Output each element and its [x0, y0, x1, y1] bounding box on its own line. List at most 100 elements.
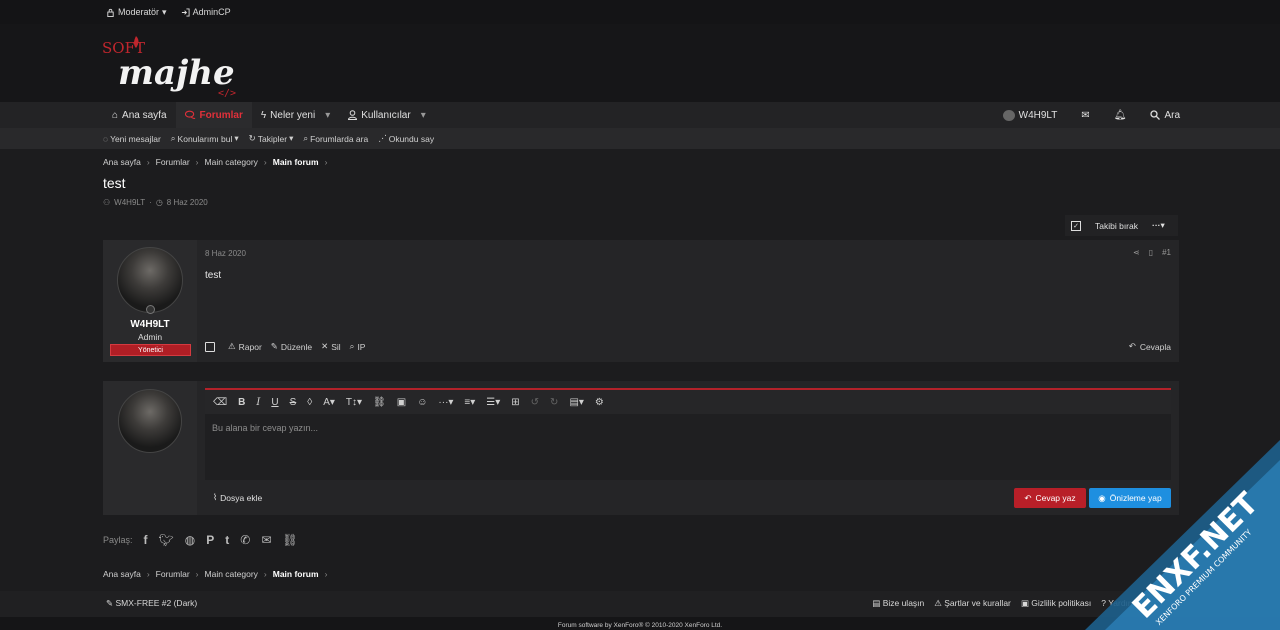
gear-icon[interactable]: ⚙ [595, 397, 604, 408]
font-family-icon[interactable]: A▾ [323, 397, 335, 408]
unwatch-button[interactable]: Takibi bırak [1095, 221, 1138, 231]
email-icon[interactable]: ✉ [261, 533, 271, 547]
breadcrumb-category[interactable]: Main category [205, 569, 258, 579]
breadcrumb-category[interactable]: Main category [205, 157, 258, 167]
thread-author[interactable]: W4H9LT [114, 198, 145, 207]
eraser-icon[interactable]: ⌫ [213, 397, 227, 408]
reply-textarea[interactable]: Bu alana bir cevap yazın... [205, 414, 1171, 442]
chevron-right-icon: › [146, 569, 150, 579]
reddit-icon[interactable]: ◍ [185, 533, 195, 547]
ip-button[interactable]: ⌕ IP [350, 341, 366, 352]
nav-item-forums[interactable]: Forumlar [175, 102, 252, 128]
chevron-down-icon[interactable]: ▾ [421, 110, 426, 121]
subnav-find-threads[interactable]: ⌕ Konularımı bul ▾ [171, 133, 239, 144]
chevron-right-icon: › [263, 157, 267, 167]
post-username[interactable]: W4H9LT [103, 319, 197, 330]
avatar[interactable] [117, 247, 183, 313]
whatsapp-icon[interactable]: ✆ [240, 533, 250, 547]
footer-contact[interactable]: ▤ Bize ulaşın [872, 598, 924, 609]
attach-files-button[interactable]: ⌇ Dosya ekle [213, 492, 262, 503]
comment-icon: ◌ [103, 133, 109, 144]
lock-icon: ▣ [1020, 598, 1032, 608]
undo-icon[interactable]: ↺ [531, 397, 539, 408]
bold-icon[interactable]: B [238, 397, 245, 408]
bell-icon[interactable]: 🔔︎ [1114, 110, 1127, 121]
footer-terms-label: Şartlar ve kurallar [944, 598, 1011, 608]
strikethrough-icon[interactable]: S [290, 397, 297, 408]
select-checkbox[interactable] [205, 341, 215, 352]
drafts-icon[interactable]: ▤▾ [569, 397, 583, 408]
subnav-search-forums[interactable]: ⌕ Forumlarda ara [303, 133, 368, 144]
caret-down-icon: ▾ [289, 133, 294, 143]
font-size-icon[interactable]: T↕▾ [346, 397, 362, 408]
twitter-icon[interactable]: 🐦︎ [159, 533, 174, 547]
search-label: Ara [1164, 109, 1180, 121]
breadcrumb-forums[interactable]: Forumlar [156, 569, 190, 579]
envelope-icon[interactable]: ✉ [1081, 110, 1089, 121]
user-icon: ⚇ [103, 198, 111, 207]
comments-icon [184, 110, 195, 119]
breadcrumb-home[interactable]: Ana sayfa [103, 157, 141, 167]
smiley-icon[interactable]: ☺ [417, 397, 427, 408]
share-icon[interactable]: ⋖ [1133, 248, 1140, 257]
italic-icon[interactable]: I [256, 397, 260, 408]
post-reply-button[interactable]: ↶ Cevap yaz [1014, 488, 1086, 508]
nav-item-home[interactable]: ⌂ Ana sayfa [103, 102, 176, 128]
more-icon[interactable]: ···▾ [438, 397, 453, 408]
edit-button[interactable]: ✎ Düzenle [271, 341, 312, 352]
color-drop-icon[interactable]: ◊ [307, 397, 312, 408]
chevron-down-icon[interactable]: ▾ [325, 110, 330, 121]
logo-majhe-text: majhe [118, 53, 235, 93]
list-icon[interactable]: ☰▾ [486, 397, 500, 408]
moderator-menu[interactable]: Moderatör ▾ [106, 7, 167, 18]
link-icon[interactable]: ⛓ [373, 397, 386, 408]
align-icon[interactable]: ≡▾ [464, 397, 475, 408]
breadcrumb-forums[interactable]: Forumlar [156, 157, 190, 167]
reply-button[interactable]: ↶ Cevapla [1129, 341, 1171, 352]
footer-terms[interactable]: ⚠ Şartlar ve kurallar [934, 598, 1011, 609]
report-button[interactable]: ⚠ Rapor [228, 341, 262, 352]
nav-item-whats-new[interactable]: ϟ Neler yeni ▾ [252, 102, 339, 128]
nav-forums-label: Forumlar [199, 109, 243, 121]
more-options-button[interactable]: ···▾ [1152, 220, 1165, 231]
unwatch-checkbox-icon[interactable]: ✓ [1071, 220, 1081, 231]
admincp-label: AdminCP [192, 7, 231, 17]
breadcrumb-home[interactable]: Ana sayfa [103, 569, 141, 579]
admincp-link[interactable]: AdminCP [181, 7, 231, 17]
account-link[interactable]: W4H9LT [1002, 109, 1057, 121]
sign-in-icon [181, 7, 190, 17]
subnav-watched[interactable]: ↻ Takipler ▾ [249, 133, 294, 144]
redo-icon[interactable]: ↻ [550, 397, 558, 408]
site-logo[interactable]: SOFT majhe </> [102, 32, 242, 99]
caret-down-icon: ▾ [234, 133, 239, 143]
avatar[interactable] [118, 389, 182, 453]
link-icon[interactable]: ⛓ [282, 533, 297, 547]
pinterest-icon[interactable]: P [206, 533, 214, 547]
underline-icon[interactable]: U [271, 397, 278, 408]
post-number[interactable]: #1 [1162, 248, 1171, 257]
delete-button[interactable]: ✕ Sil [321, 341, 341, 352]
bolt-icon: ϟ [260, 109, 267, 121]
online-status-icon [146, 305, 155, 314]
breadcrumb-forum[interactable]: Main forum [273, 569, 319, 579]
footer-privacy[interactable]: ▣ Gizlilik politikası [1021, 598, 1091, 609]
search-link[interactable]: Ara [1150, 110, 1180, 121]
warning-icon: ⚠ [934, 598, 945, 608]
breadcrumb-forum[interactable]: Main forum [273, 157, 319, 167]
nav-item-members[interactable]: Kullanıcılar ▾ [339, 102, 435, 128]
style-chooser[interactable]: ✎ SMX-FREE #2 (Dark) [106, 598, 197, 609]
thread-date[interactable]: 8 Haz 2020 [167, 198, 208, 207]
post-actions: ⚠ Rapor ✎ Düzenle ✕ Sil ⌕ IP [205, 341, 365, 352]
image-icon[interactable]: ▣ [397, 397, 406, 408]
post-date[interactable]: 8 Haz 2020 [205, 249, 246, 258]
lock-icon [107, 8, 114, 17]
post-user-title: Admin [137, 332, 163, 342]
table-icon[interactable]: ⊞ [511, 397, 519, 408]
nav-home-label: Ana sayfa [122, 109, 167, 121]
caret-down-icon: ▾ [162, 6, 167, 17]
subnav-new-posts[interactable]: ◌ Yeni mesajlar [103, 134, 161, 144]
bookmark-icon[interactable]: ▯ [1149, 248, 1153, 257]
facebook-icon[interactable]: f [144, 533, 148, 547]
subnav-mark-read[interactable]: ⋰ Okundu say [378, 133, 434, 144]
tumblr-icon[interactable]: t [225, 533, 229, 547]
